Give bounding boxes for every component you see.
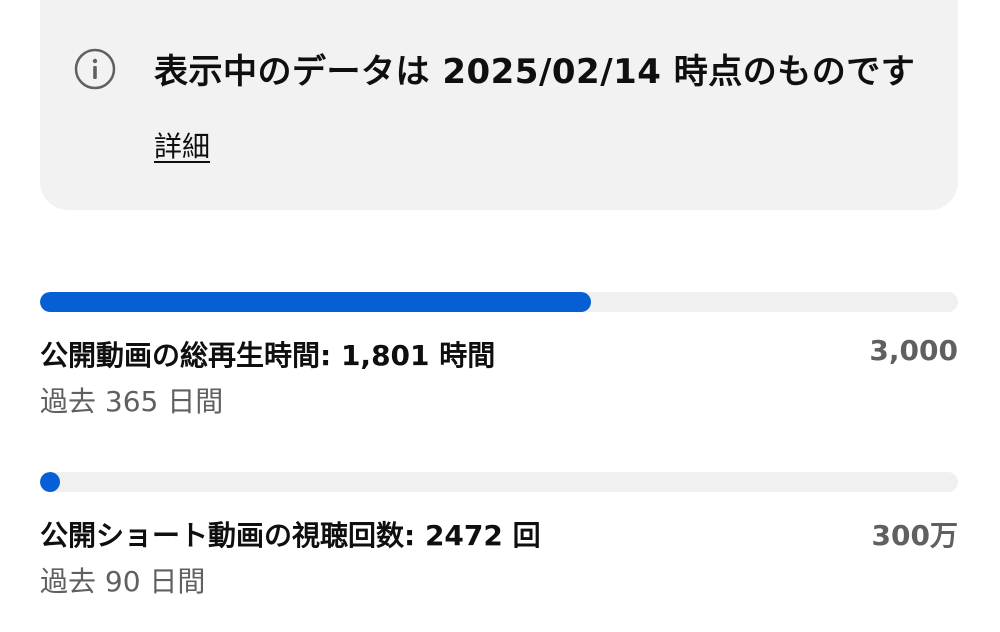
details-link[interactable]: 詳細 (154, 125, 210, 165)
notice-text: 表示中のデータは 2025/02/14 時点のものです (154, 52, 916, 92)
metric-label: 公開動画の総再生時間: 1,801 時間 (40, 339, 496, 372)
progress-fill (40, 472, 60, 492)
data-notice-card: 表示中のデータは 2025/02/14 時点のものです 詳細 (40, 0, 958, 210)
progress-fill (40, 292, 591, 312)
metric-label: 公開ショート動画の視聴回数: 2472 回 (40, 519, 541, 552)
metric-target: 300万 (871, 519, 958, 552)
metric-target: 3,000 (869, 334, 958, 367)
metric-period: 過去 365 日間 (40, 385, 224, 418)
info-icon (74, 48, 116, 90)
progress-track (40, 292, 958, 312)
metric-period: 過去 90 日間 (40, 565, 206, 598)
progress-track (40, 472, 958, 492)
